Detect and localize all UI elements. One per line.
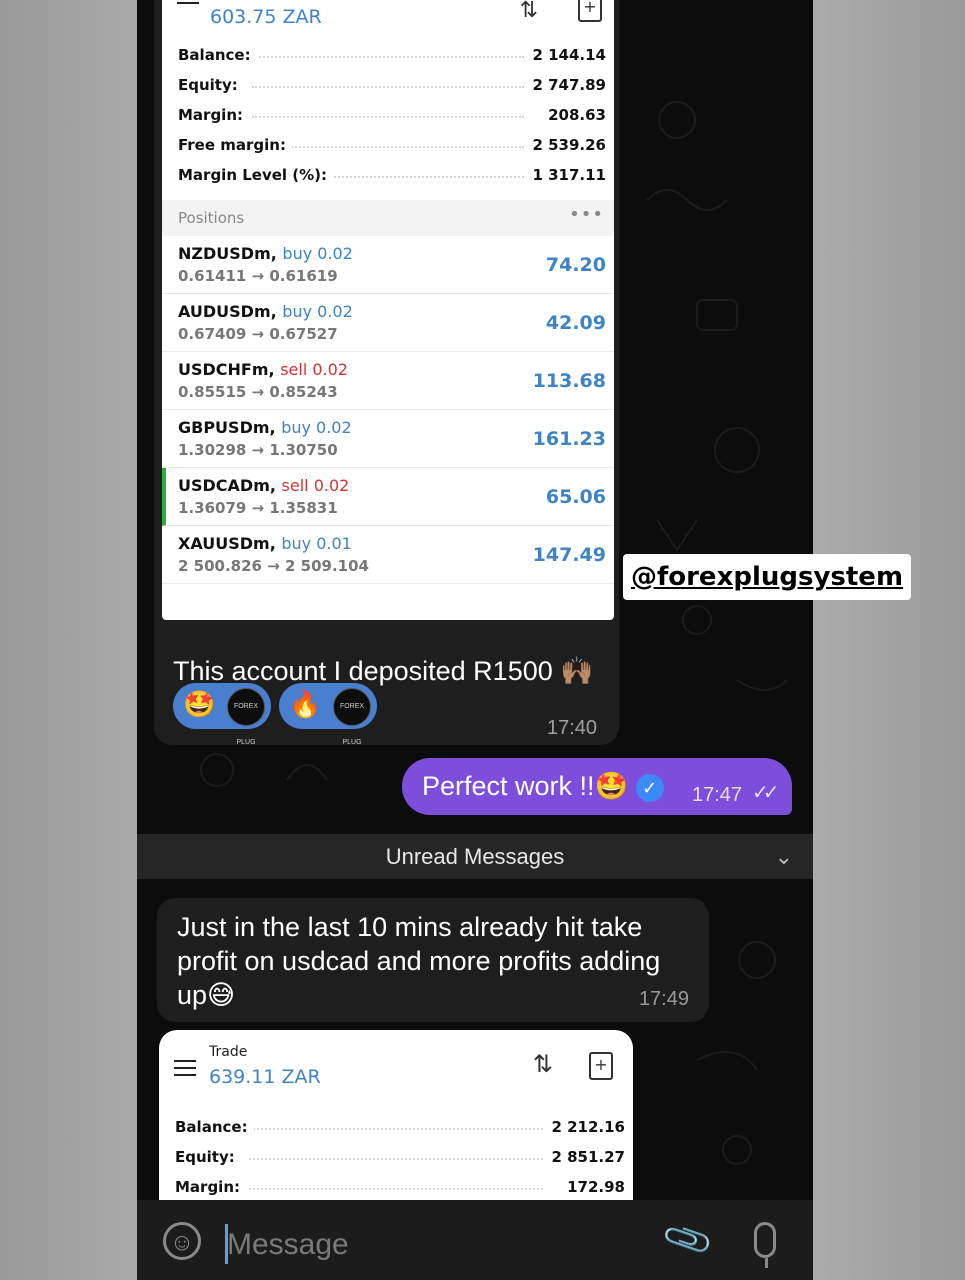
positions-header: Positions ••• — [162, 200, 614, 236]
new-document-icon: + — [578, 0, 602, 22]
free-margin-label: Free margin: — [178, 136, 292, 154]
position-row: GBPUSDm, buy 0.02 1.30298 → 1.30750 161.… — [162, 410, 614, 468]
attach-icon[interactable]: 📎 — [660, 1212, 717, 1268]
position-row-selected: USDCADm, sell 0.02 1.36079 → 1.35831 65.… — [162, 468, 614, 526]
position-prices: 1.36079 → 1.35831 — [178, 499, 338, 517]
balance-row: Balance: 2 212.16 — [159, 1112, 633, 1142]
watermark-handle: @forexplugsystem — [623, 554, 911, 600]
position-profit: 161.23 — [532, 428, 606, 450]
trade-screenshot-card[interactable]: 603.75 ZAR ⇅ + Balance: 2 144.14 Equity:… — [162, 0, 614, 620]
position-profit: 74.20 — [545, 254, 606, 276]
message-time: 17:47 — [692, 784, 743, 806]
position-symbol: NZDUSDm, — [178, 244, 277, 263]
read-ticks-icon: ✓✓ — [752, 782, 779, 804]
reaction-pill[interactable]: 🔥 FOREX PLUG — [279, 683, 377, 746]
margin-label: Margin: — [175, 1178, 247, 1196]
equity-header: 639.11 ZAR — [209, 1066, 321, 1088]
card-header: 603.75 ZAR ⇅ + — [162, 0, 614, 40]
emoji-icon[interactable]: ☺ — [163, 1222, 201, 1260]
balance-value: 2 212.16 — [545, 1118, 625, 1136]
incoming-message-bubble[interactable]: Just in the last 10 mins already hit tak… — [157, 898, 709, 1022]
equity-header: 603.75 ZAR — [210, 6, 322, 28]
message-text: Perfect work !!🤩 — [422, 771, 629, 801]
position-prices: 1.30298 → 1.30750 — [178, 441, 338, 459]
margin-label: Margin: — [178, 106, 250, 124]
message-time: 17:40 — [547, 717, 598, 739]
message-time: 17:49 — [638, 988, 689, 1010]
margin-level-label: Margin Level (%): — [178, 166, 334, 184]
position-prices: 0.85515 → 0.85243 — [178, 383, 338, 401]
position-row: NZDUSDm, buy 0.02 0.61411 → 0.61619 74.2… — [162, 236, 614, 294]
position-row: XAUUSDm, buy 0.01 2 500.826 → 2 509.104 … — [162, 526, 614, 584]
position-side: buy 0.02 — [282, 302, 353, 321]
reaction-emoji: 🤩 — [183, 689, 216, 719]
mic-icon[interactable] — [754, 1222, 776, 1258]
card-title: Trade — [209, 1044, 248, 1060]
position-profit: 65.06 — [545, 486, 606, 508]
chat-screen: 603.75 ZAR ⇅ + Balance: 2 144.14 Equity:… — [137, 0, 813, 1280]
equity-value: 2 851.27 — [545, 1148, 625, 1166]
equity-label: Equity: — [175, 1148, 241, 1166]
position-side: sell 0.02 — [281, 476, 350, 495]
position-symbol: GBPUSDm, — [178, 418, 276, 437]
margin-row: Margin: 208.63 — [162, 100, 614, 130]
equity-label: Equity: — [178, 76, 244, 94]
chevron-down-icon[interactable]: ⌄ — [775, 834, 793, 879]
equity-value: 2 747.89 — [526, 76, 606, 94]
balance-label: Balance: — [178, 46, 257, 64]
equity-row: Equity: 2 747.89 — [162, 70, 614, 100]
menu-icon — [174, 1060, 196, 1081]
message-composer: ☺ Message 📎 — [137, 1200, 813, 1280]
unread-label: Unread Messages — [385, 844, 565, 869]
menu-icon — [177, 2, 199, 9]
reactor-avatar: FOREX PLUG — [333, 688, 371, 746]
free-margin-value: 2 539.26 — [526, 136, 606, 154]
margin-row: Margin: 172.98 — [159, 1172, 633, 1202]
margin-level-value: 1 317.11 — [526, 166, 606, 184]
outgoing-message-bubble[interactable]: Perfect work !!🤩 ✓ 17:47 ✓✓ — [402, 758, 792, 815]
position-side: buy 0.02 — [281, 418, 352, 437]
margin-value: 208.63 — [542, 106, 606, 124]
position-symbol: XAUUSDm, — [178, 534, 276, 553]
position-symbol: USDCHFm, — [178, 360, 275, 379]
position-prices: 0.67409 → 0.67527 — [178, 325, 338, 343]
position-profit: 42.09 — [545, 312, 606, 334]
position-row: USDCHFm, sell 0.02 0.85515 → 0.85243 113… — [162, 352, 614, 410]
reaction-emoji: 🔥 — [289, 689, 322, 719]
position-side: buy 0.01 — [281, 534, 352, 553]
free-margin-row: Free margin: 2 539.26 — [162, 130, 614, 160]
new-document-icon: + — [589, 1052, 613, 1080]
unread-messages-banner: Unread Messages ⌄ — [137, 834, 813, 879]
message-input[interactable]: Message — [227, 1228, 349, 1262]
equity-row: Equity: 2 851.27 — [159, 1142, 633, 1172]
trade-screenshot-card[interactable]: Trade 639.11 ZAR ⇅ + Balance: 2 212.16 E… — [159, 1030, 633, 1220]
position-side: buy 0.02 — [282, 244, 353, 263]
margin-level-row: Margin Level (%): 1 317.11 — [162, 160, 614, 190]
margin-value: 172.98 — [561, 1178, 625, 1196]
position-symbol: AUDUSDm, — [178, 302, 277, 321]
sort-icon: ⇅ — [519, 0, 538, 23]
more-icon: ••• — [569, 204, 604, 225]
position-row: AUDUSDm, buy 0.02 0.67409 → 0.67527 42.0… — [162, 294, 614, 352]
balance-row: Balance: 2 144.14 — [162, 40, 614, 70]
verified-icon: ✓ — [635, 773, 664, 802]
sort-icon: ⇅ — [532, 1050, 553, 1078]
position-profit: 113.68 — [532, 370, 606, 392]
position-side: sell 0.02 — [280, 360, 348, 379]
mic-stand — [765, 1258, 768, 1268]
positions-title: Positions — [178, 209, 245, 227]
reaction-pill[interactable]: 🤩 FOREX PLUG — [173, 683, 271, 746]
position-prices: 0.61411 → 0.61619 — [178, 267, 338, 285]
position-profit: 147.49 — [532, 544, 606, 566]
position-prices: 2 500.826 → 2 509.104 — [178, 557, 369, 575]
message-text: Just in the last 10 mins already hit tak… — [177, 912, 661, 1010]
balance-value: 2 144.14 — [526, 46, 606, 64]
position-symbol: USDCADm, — [178, 476, 276, 495]
balance-label: Balance: — [175, 1118, 254, 1136]
reactor-avatar: FOREX PLUG — [227, 688, 265, 746]
